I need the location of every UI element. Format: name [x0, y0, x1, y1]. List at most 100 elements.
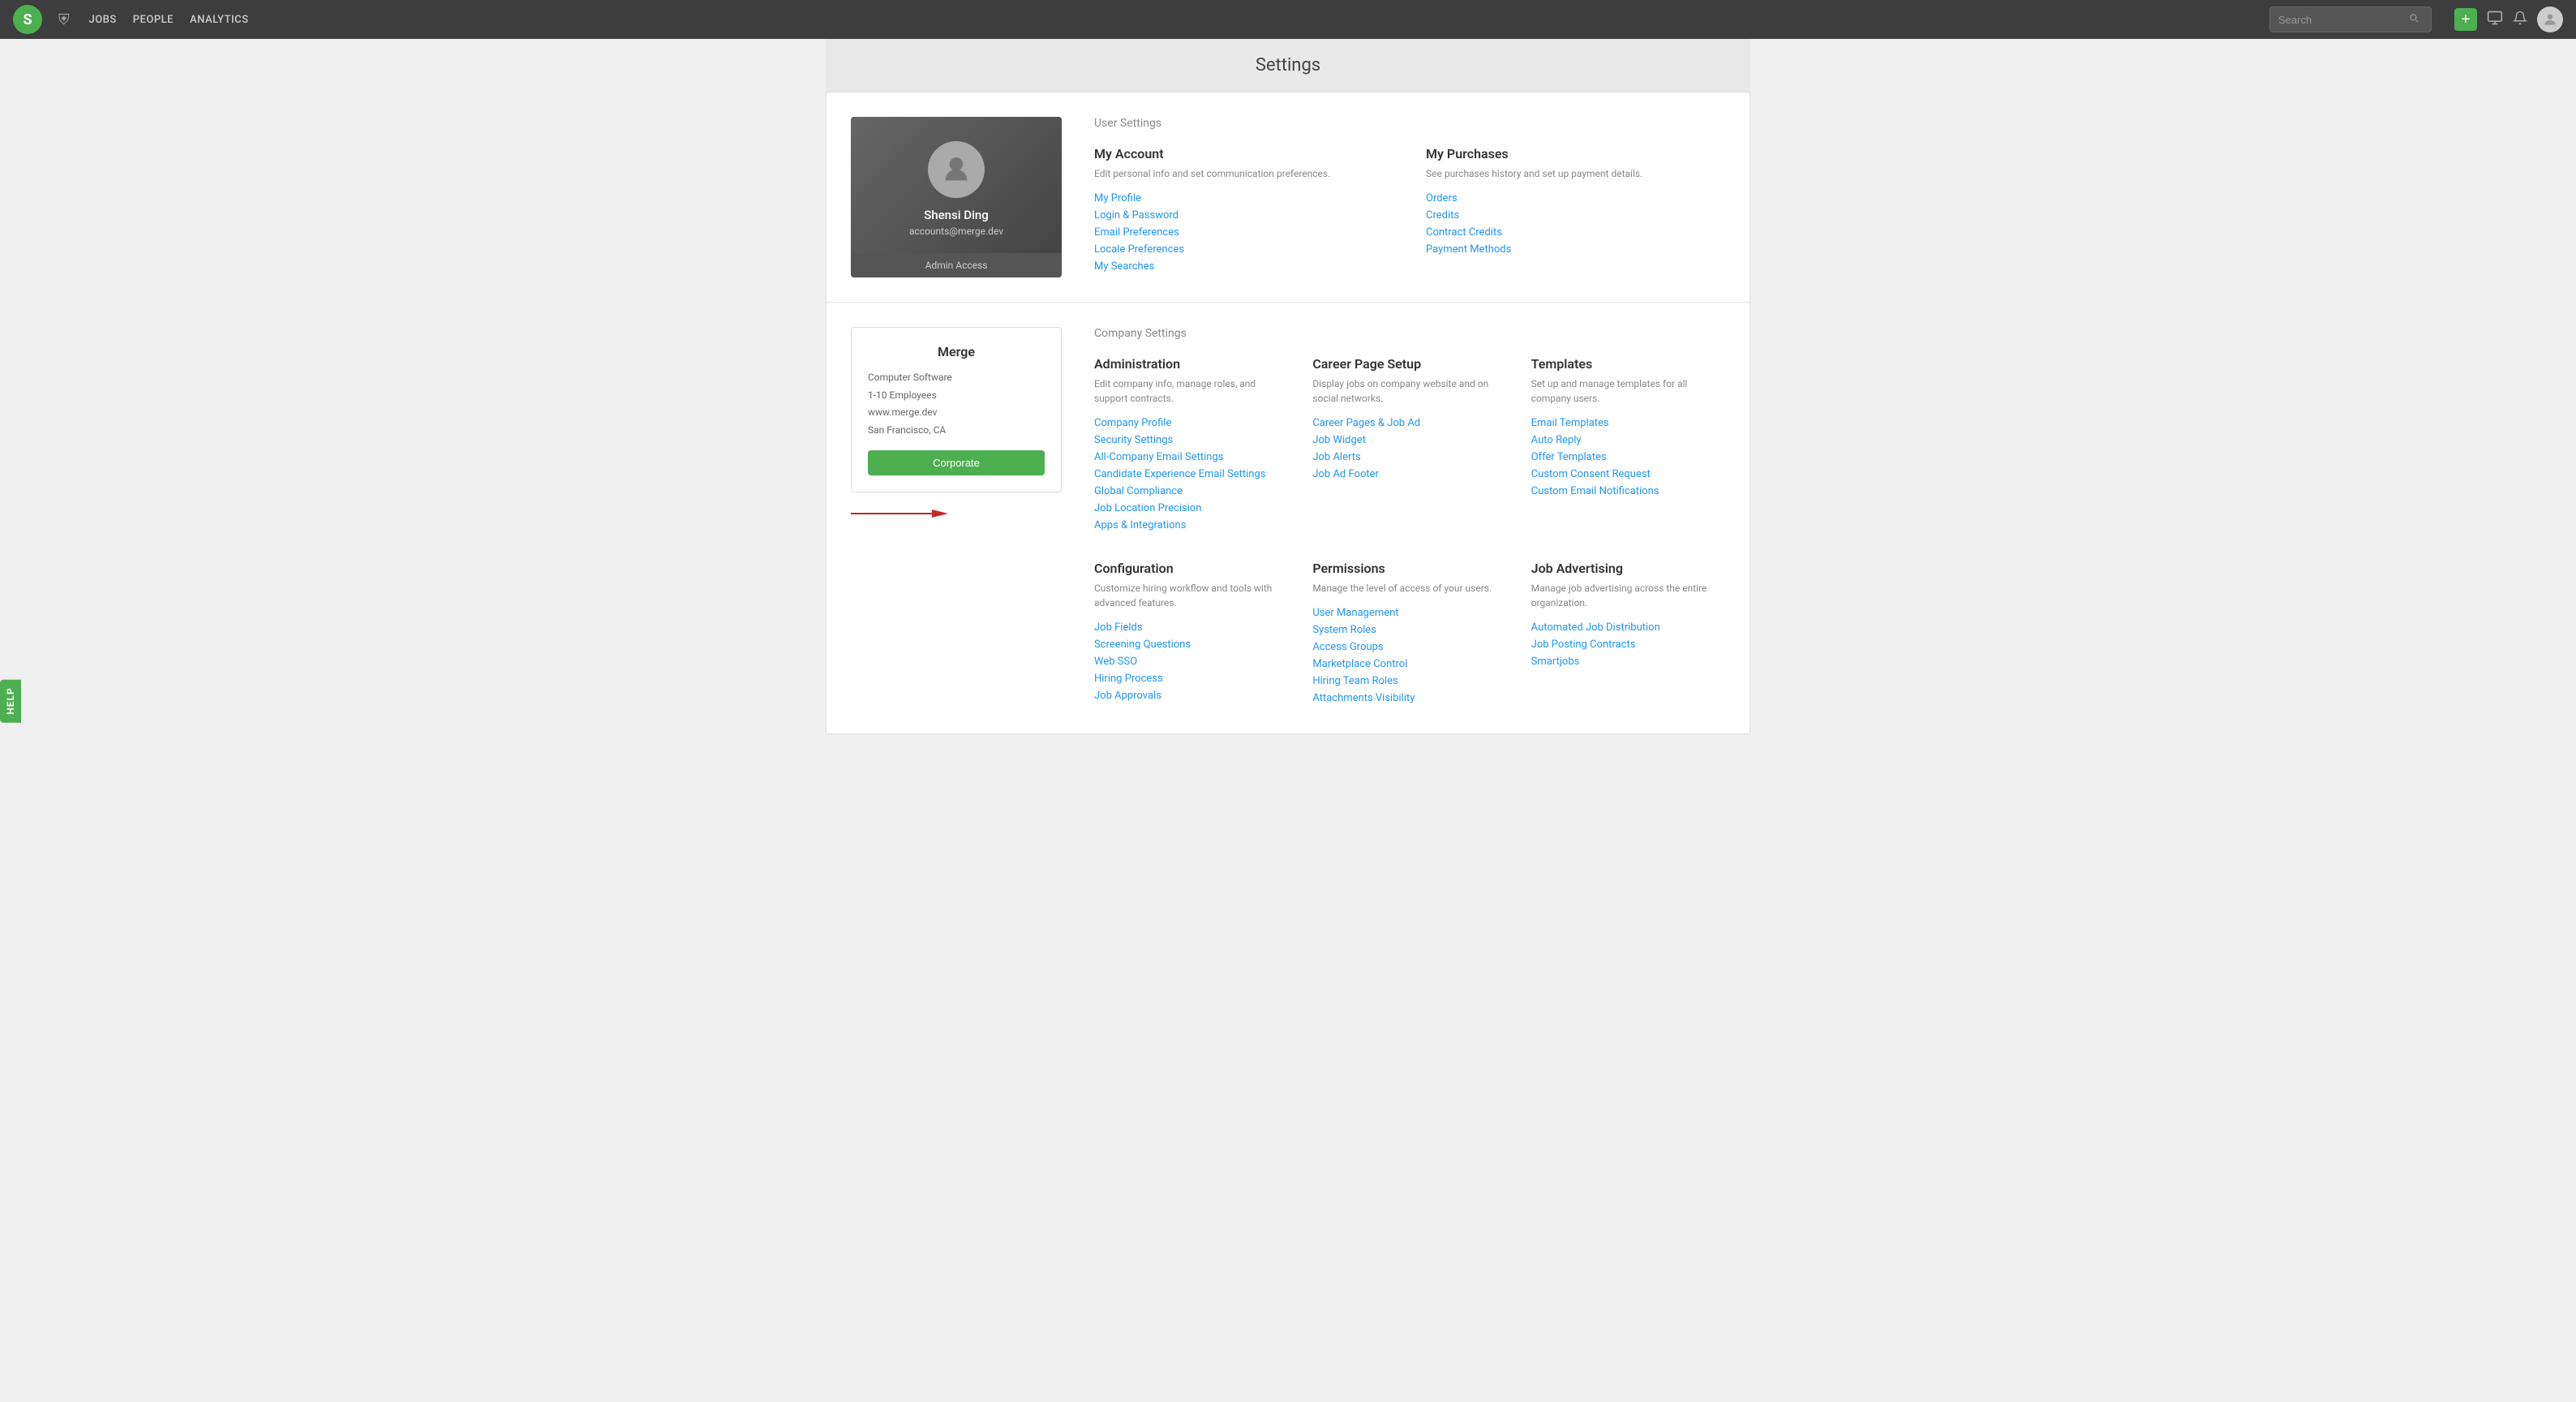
- offer-templates-link[interactable]: Offer Templates: [1531, 451, 1725, 463]
- administration-col: Administration Edit company info, manage…: [1094, 356, 1288, 536]
- my-purchases-desc: See purchases history and set up payment…: [1426, 166, 1725, 181]
- company-profile-link[interactable]: Company Profile: [1094, 417, 1288, 429]
- hiring-team-roles-link[interactable]: Hiring Team Roles: [1312, 675, 1506, 687]
- user-profile-card-area: Shensi Ding accounts@merge.dev Admin Acc…: [851, 117, 1062, 277]
- smartjobs-link[interactable]: Smartjobs: [1531, 656, 1725, 668]
- company-name: Merge: [868, 344, 1045, 359]
- bell-icon[interactable]: [2513, 11, 2527, 29]
- company-industry: Computer Software: [868, 369, 1045, 387]
- job-alerts-link[interactable]: Job Alerts: [1312, 451, 1506, 463]
- job-approvals-link[interactable]: Job Approvals: [1094, 690, 1288, 702]
- my-account-col: My Account Edit personal info and set co…: [1094, 146, 1393, 277]
- administration-title: Administration: [1094, 356, 1288, 372]
- screening-questions-link[interactable]: Screening Questions: [1094, 639, 1288, 651]
- configuration-col: Configuration Customize hiring workflow …: [1094, 561, 1288, 709]
- profile-name: Shensi Ding: [867, 208, 1045, 222]
- page-title: Settings: [826, 39, 1750, 92]
- orders-link[interactable]: Orders: [1426, 192, 1725, 204]
- my-profile-link[interactable]: My Profile: [1094, 192, 1393, 204]
- user-settings-label: User Settings: [1094, 117, 1725, 130]
- settings-container: Shensi Ding accounts@merge.dev Admin Acc…: [826, 92, 1750, 734]
- add-button[interactable]: +: [2454, 8, 2477, 31]
- arrow-icon: [851, 505, 948, 522]
- corporate-button[interactable]: Corporate: [868, 450, 1045, 475]
- user-settings-section: Shensi Ding accounts@merge.dev Admin Acc…: [826, 92, 1750, 303]
- nav-people[interactable]: PEOPLE: [133, 14, 174, 26]
- marketplace-control-link[interactable]: Marketplace Control: [1312, 658, 1506, 670]
- company-settings-row2: Configuration Customize hiring workflow …: [1094, 561, 1725, 709]
- my-searches-link[interactable]: My Searches: [1094, 260, 1393, 273]
- my-purchases-title: My Purchases: [1426, 146, 1725, 161]
- job-widget-link[interactable]: Job Widget: [1312, 434, 1506, 446]
- custom-email-notifications-link[interactable]: Custom Email Notifications: [1531, 485, 1725, 497]
- templates-title: Templates: [1531, 356, 1725, 372]
- hiring-process-link[interactable]: Hiring Process: [1094, 673, 1288, 685]
- search-bar[interactable]: [2269, 6, 2432, 32]
- job-advertising-col: Job Advertising Manage job advertising a…: [1531, 561, 1725, 709]
- system-roles-link[interactable]: System Roles: [1312, 624, 1506, 636]
- job-ad-footer-link[interactable]: Job Ad Footer: [1312, 468, 1506, 480]
- nav-analytics[interactable]: ANALYTICS: [190, 14, 249, 26]
- email-preferences-link[interactable]: Email Preferences: [1094, 226, 1393, 239]
- job-location-precision-link[interactable]: Job Location Precision: [1094, 502, 1288, 514]
- apps-integrations-link[interactable]: Apps & Integrations: [1094, 519, 1288, 531]
- user-management-link[interactable]: User Management: [1312, 607, 1506, 619]
- auto-reply-link[interactable]: Auto Reply: [1531, 434, 1725, 446]
- job-advertising-title: Job Advertising: [1531, 561, 1725, 576]
- monitor-icon[interactable]: [2487, 10, 2503, 30]
- job-advertising-desc: Manage job advertising across the entire…: [1531, 581, 1725, 610]
- app-logo[interactable]: S: [13, 5, 42, 34]
- company-settings-content: Company Settings Administration Edit com…: [1094, 327, 1725, 709]
- job-fields-link[interactable]: Job Fields: [1094, 621, 1288, 634]
- career-page-desc: Display jobs on company website and on s…: [1312, 376, 1506, 406]
- company-settings-row1: Administration Edit company info, manage…: [1094, 356, 1725, 536]
- login-password-link[interactable]: Login & Password: [1094, 209, 1393, 221]
- candidate-experience-link[interactable]: Candidate Experience Email Settings: [1094, 468, 1288, 480]
- bookmark-icon[interactable]: ⛨: [58, 11, 70, 28]
- payment-methods-link[interactable]: Payment Methods: [1426, 243, 1725, 256]
- security-settings-link[interactable]: Security Settings: [1094, 434, 1288, 446]
- company-card-area: Merge Computer Software 1-10 Employees w…: [851, 327, 1062, 709]
- all-company-email-link[interactable]: All-Company Email Settings: [1094, 451, 1288, 463]
- profile-card-bg: Shensi Ding accounts@merge.dev: [851, 117, 1062, 253]
- permissions-title: Permissions: [1312, 561, 1506, 576]
- help-tab[interactable]: HELP: [0, 679, 21, 722]
- permissions-desc: Manage the level of access of your users…: [1312, 581, 1506, 596]
- avatar: [928, 141, 985, 198]
- my-account-title: My Account: [1094, 146, 1393, 161]
- access-groups-link[interactable]: Access Groups: [1312, 641, 1506, 653]
- administration-desc: Edit company info, manage roles, and sup…: [1094, 376, 1288, 406]
- my-account-desc: Edit personal info and set communication…: [1094, 166, 1393, 181]
- search-icon: [2408, 12, 2419, 27]
- company-location: San Francisco, CA: [868, 422, 1045, 440]
- company-settings-label: Company Settings: [1094, 327, 1725, 340]
- top-navigation: S ⛨ JOBS PEOPLE ANALYTICS +: [0, 0, 2576, 39]
- configuration-desc: Customize hiring workflow and tools with…: [1094, 581, 1288, 610]
- search-input[interactable]: [2278, 14, 2408, 26]
- main-content: Settings Shensi Ding accounts@merge.dev …: [809, 39, 1767, 767]
- career-page-col: Career Page Setup Display jobs on compan…: [1312, 356, 1506, 536]
- career-page-title: Career Page Setup: [1312, 356, 1506, 372]
- email-templates-link[interactable]: Email Templates: [1531, 417, 1725, 429]
- company-website: www.merge.dev: [868, 404, 1045, 422]
- credits-link[interactable]: Credits: [1426, 209, 1725, 221]
- configuration-title: Configuration: [1094, 561, 1288, 576]
- templates-col: Templates Set up and manage templates fo…: [1531, 356, 1725, 536]
- career-pages-job-ad-link[interactable]: Career Pages & Job Ad: [1312, 417, 1506, 429]
- contract-credits-link[interactable]: Contract Credits: [1426, 226, 1725, 239]
- nav-links: JOBS PEOPLE ANALYTICS: [89, 14, 249, 26]
- job-posting-contracts-link[interactable]: Job Posting Contracts: [1531, 639, 1725, 651]
- company-details: Computer Software 1-10 Employees www.mer…: [868, 369, 1045, 439]
- arrow-annotation: [851, 505, 1062, 522]
- user-settings-content: User Settings My Account Edit personal i…: [1094, 117, 1725, 277]
- nav-jobs[interactable]: JOBS: [89, 14, 117, 26]
- user-avatar[interactable]: [2537, 6, 2563, 32]
- locale-preferences-link[interactable]: Locale Preferences: [1094, 243, 1393, 256]
- admin-badge: Admin Access: [851, 253, 1062, 277]
- global-compliance-link[interactable]: Global Compliance: [1094, 485, 1288, 497]
- profile-card: Shensi Ding accounts@merge.dev Admin Acc…: [851, 117, 1062, 277]
- custom-consent-link[interactable]: Custom Consent Request: [1531, 468, 1725, 480]
- attachments-visibility-link[interactable]: Attachments Visibility: [1312, 692, 1506, 704]
- automated-job-distribution-link[interactable]: Automated Job Distribution: [1531, 621, 1725, 634]
- web-sso-link[interactable]: Web SSO: [1094, 656, 1288, 668]
